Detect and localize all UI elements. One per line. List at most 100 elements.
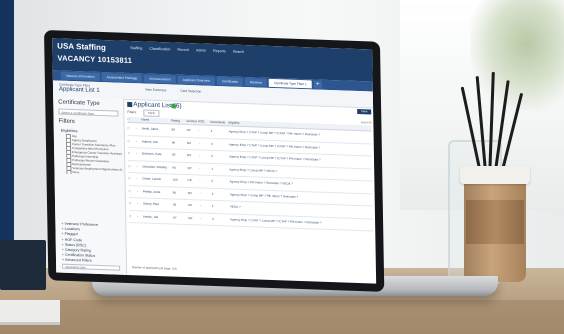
apply-filters-button[interactable]: Apply — [143, 109, 160, 118]
documents[interactable]: 1 — [212, 201, 230, 213]
cup-sleeve — [466, 200, 524, 244]
rating: 80 — [172, 190, 177, 195]
vet-pref: XP — [187, 203, 192, 208]
select-all-link[interactable]: Select All — [361, 121, 372, 124]
header-checkbox[interactable]: □ — [127, 117, 135, 122]
page-title: Applicant List 1 — [58, 86, 100, 94]
nav-staffing[interactable]: Staffing — [130, 46, 142, 50]
rtd: - — [199, 178, 201, 183]
rtd: - — [198, 128, 200, 133]
rtd: - — [200, 215, 202, 221]
col-documents[interactable]: Documents — [210, 120, 228, 126]
filters-label: Filters: — [127, 109, 137, 115]
nav-classification[interactable]: Classification — [149, 47, 170, 52]
rtd: - — [199, 203, 201, 208]
vet-pref: NV — [186, 140, 192, 145]
laptop-screen: USA Staffing Staffing Classification Rec… — [52, 38, 377, 284]
view-summary-link[interactable]: View Summary — [145, 88, 166, 93]
nav-recruit[interactable]: Recruit — [178, 48, 189, 52]
card-selection-link[interactable]: Card Selection — [180, 89, 201, 94]
eligibilities-title[interactable]: Eligibilities — [61, 129, 78, 134]
applicant-name[interactable]: Hanks, Joe — [143, 211, 173, 224]
app-brand[interactable]: USA Staffing — [57, 41, 106, 52]
documents[interactable]: 2 — [212, 188, 230, 200]
row-checkbox[interactable]: □ — [128, 148, 136, 160]
documents[interactable]: 3 — [211, 138, 229, 150]
documents[interactable]: 4 — [211, 151, 229, 163]
tab-assessment-package[interactable]: Assessment Package — [101, 73, 143, 83]
row-checkbox[interactable]: □ — [129, 211, 137, 223]
tab-announcement[interactable]: Announcement — [144, 74, 176, 84]
certificate-type-select[interactable]: Select a Certificate Type — [58, 108, 119, 117]
laptop-screen-bezel: USA Staffing Staffing Classification Rec… — [44, 30, 385, 292]
applicant-name[interactable]: Sunny, Paul — [143, 198, 173, 211]
vet-pref: XP — [186, 127, 191, 133]
rating: 100 — [172, 177, 178, 182]
tab-certificates[interactable]: Certificates — [216, 77, 244, 86]
rating: 87 — [173, 215, 177, 220]
filter-sidebar: Certificate Type Select a Certificate Ty… — [53, 96, 128, 275]
applicant-name[interactable]: Adams, Ann — [142, 136, 172, 149]
add-tab-button[interactable]: + — [313, 80, 322, 89]
row-checkbox[interactable]: □ — [128, 160, 136, 172]
list-icon — [127, 101, 133, 108]
col-vet-pref[interactable]: Vet Pref — [186, 119, 198, 124]
row-checkbox[interactable]: □ — [128, 173, 136, 185]
save-button[interactable]: Save — [357, 108, 372, 115]
applicant-name[interactable]: Erickson, Kate — [142, 148, 172, 161]
vet-pref: CP — [187, 165, 192, 170]
col-name[interactable]: Name — [141, 117, 171, 123]
filters-title: Filters — [58, 118, 75, 126]
applicant-list-panel: Applicant List (6) Save Filters: Apply S… — [125, 99, 376, 284]
certificate-type-title: Certificate Type — [58, 99, 100, 107]
rtd: - — [198, 140, 200, 145]
rating: 92 — [172, 202, 177, 207]
documents[interactable]: 1 — [211, 163, 229, 175]
applicant-name[interactable]: Phelps, Anita — [143, 186, 173, 199]
office-desk-scene: USA Staffing Staffing Classification Rec… — [0, 0, 564, 334]
rtd: - — [199, 153, 201, 158]
top-nav: Staffing Classification Recruit Admin Re… — [130, 46, 244, 54]
desk-edge — [0, 300, 564, 334]
col-rtd[interactable]: RTD — [198, 119, 210, 124]
row-checkbox[interactable]: □ — [128, 135, 136, 147]
dark-keyboard — [0, 240, 46, 290]
background-plant — [470, 0, 564, 110]
rtd: - — [199, 190, 201, 196]
white-book — [0, 300, 60, 325]
rating: 90 — [171, 139, 176, 145]
nav-reports[interactable]: Reports — [213, 49, 226, 53]
tab-certificate-type-filter[interactable]: Certificate Type Filter 1 — [268, 78, 312, 89]
row-checkbox[interactable]: □ — [129, 198, 137, 210]
check-status-icon — [171, 103, 177, 109]
row-checkbox[interactable]: □ — [129, 185, 137, 197]
col-rating[interactable]: Rating — [171, 118, 186, 124]
tab-reviews[interactable]: Reviews — [244, 78, 268, 87]
application-date-input[interactable]: Application Date — [62, 263, 121, 271]
sub-header-links: View Summary Card Selection — [145, 88, 201, 94]
row-checkbox[interactable]: □ — [128, 123, 136, 135]
vet-pref: NV — [187, 153, 192, 158]
rating: 85 — [172, 152, 176, 157]
pagination-info[interactable]: Number of applicants per page: 100 — [132, 265, 177, 271]
vacancy-number: VACANCY 10153811 — [57, 53, 133, 66]
rating: 88 — [171, 127, 176, 132]
vet-pref: NV — [188, 215, 193, 220]
rating: 94 — [172, 165, 176, 170]
vet-pref: NV — [187, 190, 192, 195]
applicant-table: □ Name Rating Vet Pref RTD Documents Eli… — [127, 116, 374, 232]
tab-vacancy-information[interactable]: Vacancy Information — [60, 71, 100, 81]
rtd: - — [199, 165, 201, 170]
tab-applicant-overview[interactable]: Applicant Overview — [177, 75, 216, 85]
applicant-name[interactable]: Gonzalez, Rosetta — [142, 161, 172, 174]
applicant-name[interactable]: Driver, Leonis — [142, 173, 172, 186]
nav-admin[interactable]: Admin — [196, 48, 206, 52]
cup-lid — [460, 166, 530, 184]
documents[interactable]: 5 — [211, 176, 229, 188]
eligibility-options: Any Agency Employees Career Transition A… — [66, 134, 123, 176]
applicant-name[interactable]: Smith, Alexa — [142, 123, 172, 136]
documents[interactable]: 2 — [211, 126, 229, 138]
nav-search[interactable]: Search — [233, 50, 244, 54]
documents[interactable]: 3 — [212, 213, 230, 225]
vet-pref: CP — [187, 178, 192, 183]
